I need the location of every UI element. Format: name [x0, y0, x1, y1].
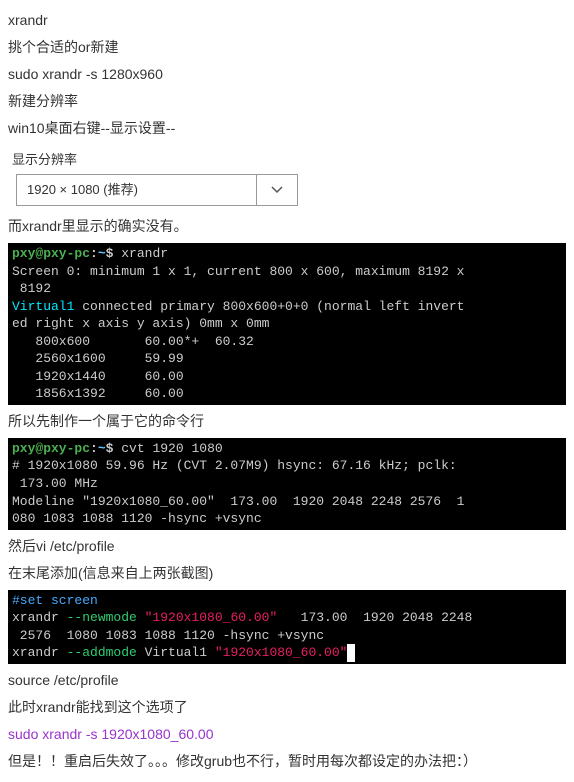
text-append: 在末尾添加(信息来自上两张截图): [8, 563, 566, 584]
term1-l1: Screen 0: minimum 1 x 1, current 800 x 6…: [12, 264, 464, 279]
terminal-output-1: pxy@pxy-pc:~$ xrandr Screen 0: minimum 1…: [8, 243, 566, 405]
text-vi-profile: 然后vi /etc/profile: [8, 536, 566, 557]
term3-r3c: Virtual1: [145, 645, 215, 660]
term1-virtual: Virtual1: [12, 299, 82, 314]
text-xrandr: xrandr: [8, 10, 566, 31]
term1-l8: 1856x1392 60.00: [12, 386, 184, 401]
term2-path: ~: [98, 441, 106, 456]
term2-cmd: cvt 1920 1080: [121, 441, 222, 456]
cursor-icon: [347, 644, 355, 662]
term1-path: ~: [98, 246, 106, 261]
text-new-res: 新建分辨率: [8, 91, 566, 112]
term1-l3b: connected primary 800x600+0+0 (normal le…: [82, 299, 464, 314]
text-make-cmd: 所以先制作一个属于它的命令行: [8, 411, 566, 432]
term1-l6: 2560x1600 59.99: [12, 351, 184, 366]
term1-l2: 8192: [12, 281, 51, 296]
terminal-output-2: pxy@pxy-pc:~$ cvt 1920 1080 # 1920x1080 …: [8, 438, 566, 530]
terminal-output-3: #set screen xrandr --newmode "1920x1080_…: [8, 590, 566, 664]
resolution-value: 1920 × 1080 (推荐): [17, 175, 256, 205]
text-choose: 挑个合适的or新建: [8, 37, 566, 58]
term1-end: $: [106, 246, 122, 261]
term1-l7: 1920x1440 60.00: [12, 369, 184, 384]
chevron-down-icon: [256, 175, 297, 205]
term1-l5: 800x600 60.00*+ 60.32: [12, 334, 254, 349]
term2-l1: # 1920x1080 59.96 Hz (CVT 2.07M9) hsync:…: [12, 458, 457, 473]
term3-r3d: "1920x1080_60.00": [215, 645, 348, 660]
term1-user: pxy@pxy-pc: [12, 246, 90, 261]
text-restart-fail: 但是！！重启后失效了。。。修改grub也不行，暂时用每次都设定的办法把：）: [8, 751, 566, 772]
term3-r3b: --addmode: [67, 645, 145, 660]
term2-sep: :: [90, 441, 98, 456]
term1-cmd: xrandr: [121, 246, 168, 261]
term3-r1a: xrandr: [12, 610, 67, 625]
term3-r3a: xrandr: [12, 645, 67, 660]
term3-comment: #set screen: [12, 593, 98, 608]
term3-r1c: "1920x1080_60.00": [145, 610, 278, 625]
resolution-select[interactable]: 1920 × 1080 (推荐): [16, 174, 298, 206]
text-no-show: 而xrandr里显示的确实没有。: [8, 216, 566, 237]
term2-end: $: [106, 441, 122, 456]
term2-l4: 080 1083 1088 1120 -hsync +vsync: [12, 511, 262, 526]
term1-l4: ed right x axis y axis) 0mm x 0mm: [12, 316, 269, 331]
text-found: 此时xrandr能找到这个选项了: [8, 697, 566, 718]
term2-user: pxy@pxy-pc: [12, 441, 90, 456]
resolution-label: 显示分辨率: [12, 149, 566, 168]
term1-sep: :: [90, 246, 98, 261]
text-win10: win10桌面右键--显示设置--: [8, 118, 566, 139]
text-sudo-xrandr: sudo xrandr -s 1920x1080_60.00: [8, 724, 566, 745]
term2-l2: 173.00 MHz: [12, 476, 98, 491]
text-source: source /etc/profile: [8, 670, 566, 691]
term3-r1d: 173.00 1920 2048 2248: [277, 610, 472, 625]
term3-r2: 2576 1080 1083 1088 1120 -hsync +vsync: [12, 628, 324, 643]
term3-r1b: --newmode: [67, 610, 145, 625]
text-sudo-1280: sudo xrandr -s 1280x960: [8, 64, 566, 85]
term2-l3: Modeline "1920x1080_60.00" 173.00 1920 2…: [12, 494, 464, 509]
